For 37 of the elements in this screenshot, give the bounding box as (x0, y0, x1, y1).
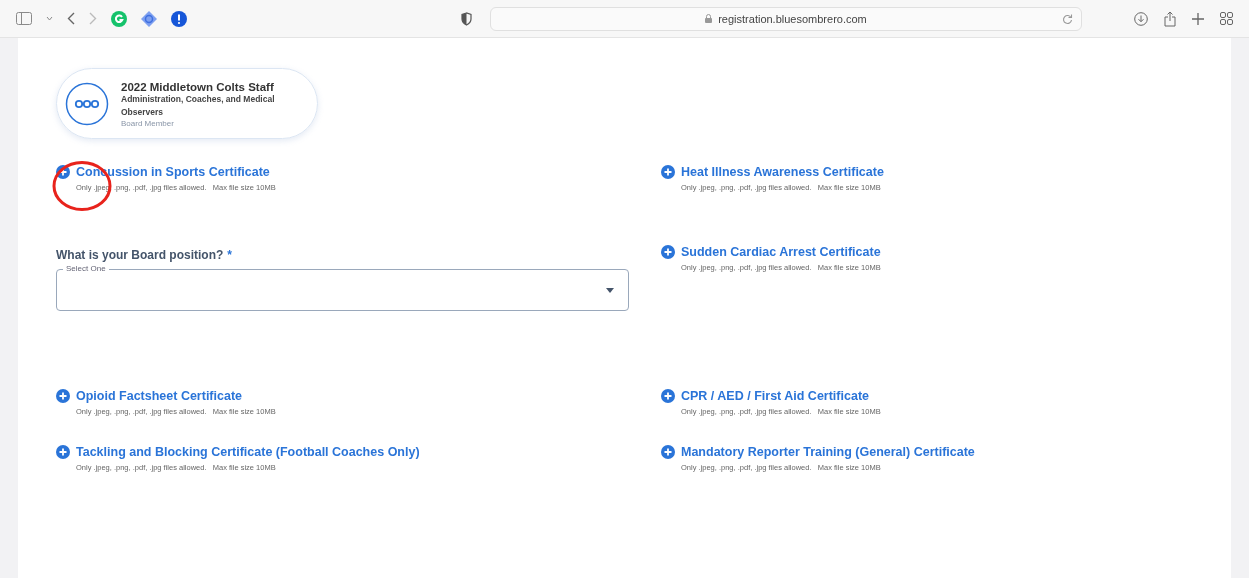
plus-circle-icon (56, 388, 70, 403)
question-label: What is your Board position? (56, 247, 224, 262)
plus-icon[interactable] (1192, 12, 1204, 25)
sidebar-icon[interactable] (16, 12, 32, 25)
tab-overview-icon[interactable] (1220, 12, 1233, 25)
upload-link[interactable]: Tackling and Blocking Certificate (Football Coaches Only) (56, 444, 629, 459)
plus-circle-icon (56, 444, 70, 459)
upload-link[interactable]: Mandatory Reporter Training (General) Certificate (661, 444, 1191, 459)
compass-icon[interactable] (141, 10, 157, 27)
floating-label: Select One (63, 263, 109, 273)
plus-circle-icon (661, 388, 675, 403)
plus-circle-icon (661, 244, 675, 259)
upload-link[interactable]: CPR / AED / First Aid Certificate (661, 388, 1191, 403)
program-subtitle: Administration, Coaches, and Medical Observers (121, 93, 276, 119)
address-bar[interactable]: registration.bluesombrero.com (490, 6, 1082, 31)
upload-link[interactable]: Opioid Factsheet Certificate (56, 388, 629, 403)
program-title: 2022 Middletown Colts Staff (121, 81, 275, 93)
url-text: registration.bluesombrero.com (718, 12, 867, 25)
upload-link[interactable]: Sudden Cardiac Arrest Certificate (661, 244, 1191, 259)
download-icon[interactable] (1134, 11, 1148, 26)
forward-icon[interactable] (89, 12, 97, 25)
lock-icon (705, 14, 713, 23)
alert-icon[interactable] (171, 10, 187, 27)
plus-circle-icon (56, 164, 70, 179)
plus-circle-icon (661, 444, 675, 459)
more-icon (65, 82, 109, 127)
chevron-down-icon[interactable] (46, 16, 53, 21)
share-icon[interactable] (1164, 10, 1176, 27)
required-mark: * (227, 247, 232, 262)
upload-link[interactable]: Heat Illness Awareness Certificate (661, 164, 1191, 179)
reload-icon[interactable] (1062, 12, 1073, 25)
plus-circle-icon (661, 164, 675, 179)
caret-icon (606, 287, 614, 293)
extension-icon[interactable] (111, 10, 127, 27)
shield-icon[interactable] (461, 11, 472, 26)
back-icon[interactable] (67, 12, 75, 25)
role-label: Board Member (121, 118, 175, 128)
